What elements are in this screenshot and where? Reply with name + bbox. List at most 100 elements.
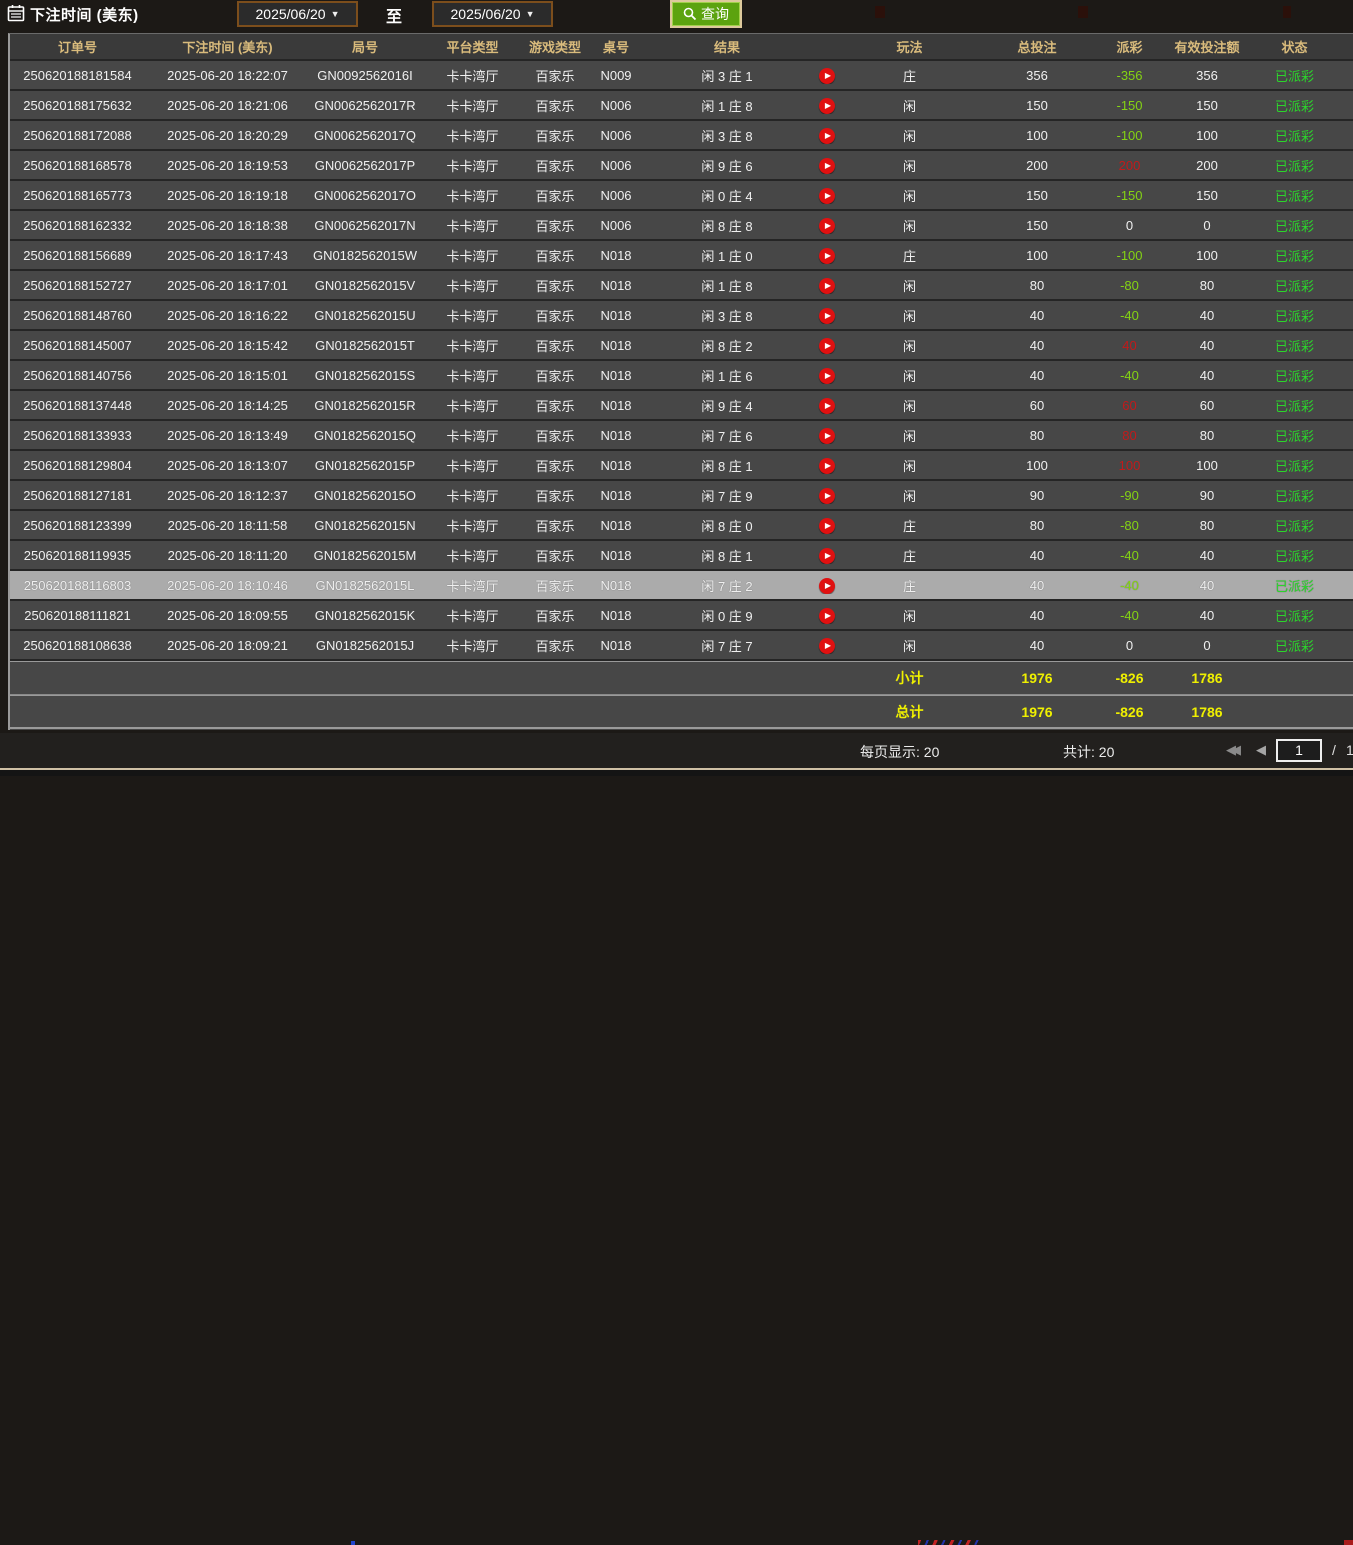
cell-order: 250620188152727	[10, 278, 145, 293]
play-video-icon[interactable]: ▶	[819, 248, 835, 264]
play-video-icon[interactable]: ▶	[819, 638, 835, 654]
table-row[interactable]: 2506201881339332025-06-20 18:13:49GN0182…	[10, 421, 1353, 451]
page-separator: /	[1332, 742, 1336, 758]
cell-result: 闲 8 庄 8	[647, 216, 807, 235]
col-header-bet: 总投注	[972, 37, 1102, 56]
cell-payout: -40	[1102, 578, 1157, 593]
cell-game: GN0182562015O	[310, 488, 420, 503]
toolbar: 下注时间 (美东) 2025/06/20 ▼ 至 2025/06/20 ▼ 查询	[0, 0, 1353, 31]
table-row[interactable]: 2506201881487602025-06-20 18:16:22GN0182…	[10, 301, 1353, 331]
play-video-icon[interactable]: ▶	[819, 518, 835, 534]
cell-play: ▶	[807, 306, 847, 324]
cell-order: 250620188133933	[10, 428, 145, 443]
cell-bet: 60	[972, 398, 1102, 413]
background-ghost	[875, 6, 885, 18]
play-video-icon[interactable]: ▶	[819, 218, 835, 234]
play-video-icon[interactable]: ▶	[819, 158, 835, 174]
cell-platform: 卡卡湾厅	[420, 336, 525, 355]
cell-table_no: N018	[585, 338, 647, 353]
play-video-icon[interactable]: ▶	[819, 578, 835, 594]
table-row[interactable]: 2506201881623322025-06-20 18:18:38GN0062…	[10, 211, 1353, 241]
col-header-game_type: 游戏类型	[525, 37, 585, 56]
cell-valid: 80	[1157, 278, 1257, 293]
cell-valid: 200	[1157, 158, 1257, 173]
date-to-select[interactable]: 2025/06/20 ▼	[432, 1, 553, 27]
play-video-icon[interactable]: ▶	[819, 128, 835, 144]
play-video-icon[interactable]: ▶	[819, 548, 835, 564]
cell-game_type: 百家乐	[525, 306, 585, 325]
cell-play: ▶	[807, 276, 847, 294]
play-video-icon[interactable]: ▶	[819, 608, 835, 624]
cell-platform: 卡卡湾厅	[420, 66, 525, 85]
cell-valid: 100	[1157, 128, 1257, 143]
cell-bet: 40	[972, 548, 1102, 563]
cell-valid: 40	[1157, 308, 1257, 323]
table-row[interactable]: 2506201881720882025-06-20 18:20:29GN0062…	[10, 121, 1353, 151]
cell-result: 闲 7 庄 9	[647, 486, 807, 505]
table-row[interactable]: 2506201881815842025-06-20 18:22:07GN0092…	[10, 61, 1353, 91]
pagination-bar: 每页显示: 20 共计: 20 ◀◀ ◀ 1 / 1	[0, 733, 1353, 768]
cell-table_no: N018	[585, 368, 647, 383]
cell-time: 2025-06-20 18:13:07	[145, 458, 310, 473]
cell-game: GN0182562015R	[310, 398, 420, 413]
play-video-icon[interactable]: ▶	[819, 398, 835, 414]
play-video-icon[interactable]: ▶	[819, 338, 835, 354]
table-row[interactable]: 2506201881527272025-06-20 18:17:01GN0182…	[10, 271, 1353, 301]
play-video-icon[interactable]: ▶	[819, 428, 835, 444]
table-row[interactable]: 2506201881168032025-06-20 18:10:46GN0182…	[10, 571, 1353, 601]
cell-platform: 卡卡湾厅	[420, 546, 525, 565]
col-header-order: 订单号	[10, 37, 145, 56]
play-video-icon[interactable]: ▶	[819, 278, 835, 294]
play-video-icon[interactable]: ▶	[819, 308, 835, 324]
cell-order: 250620188162332	[10, 218, 145, 233]
cell-order: 250620188140756	[10, 368, 145, 383]
cell-game_type: 百家乐	[525, 96, 585, 115]
cell-time: 2025-06-20 18:14:25	[145, 398, 310, 413]
background-fragment	[351, 1541, 355, 1545]
play-video-icon[interactable]: ▶	[819, 68, 835, 84]
cell-bet: 356	[972, 68, 1102, 83]
cell-play: ▶	[807, 126, 847, 144]
play-video-icon[interactable]: ▶	[819, 98, 835, 114]
table-row[interactable]: 2506201881086382025-06-20 18:09:21GN0182…	[10, 631, 1353, 661]
col-header-status: 状态	[1257, 37, 1332, 56]
cell-game_type: 百家乐	[525, 186, 585, 205]
table-row[interactable]: 2506201881450072025-06-20 18:15:42GN0182…	[10, 331, 1353, 361]
play-video-icon[interactable]: ▶	[819, 488, 835, 504]
table-row[interactable]: 2506201881374482025-06-20 18:14:25GN0182…	[10, 391, 1353, 421]
table-row[interactable]: 2506201881199352025-06-20 18:11:20GN0182…	[10, 541, 1353, 571]
cell-play: ▶	[807, 186, 847, 204]
date-from-select[interactable]: 2025/06/20 ▼	[237, 1, 358, 27]
cell-game: GN0062562017O	[310, 188, 420, 203]
cell-bet: 200	[972, 158, 1102, 173]
table-row[interactable]: 2506201881271812025-06-20 18:12:37GN0182…	[10, 481, 1353, 511]
prev-page-button[interactable]: ◀	[1256, 742, 1266, 758]
table-row[interactable]: 2506201881298042025-06-20 18:13:07GN0182…	[10, 451, 1353, 481]
cell-payout: -40	[1102, 548, 1157, 563]
table-row[interactable]: 2506201881118212025-06-20 18:09:55GN0182…	[10, 601, 1353, 631]
cell-result: 闲 9 庄 6	[647, 156, 807, 175]
cell-method: 闲	[847, 216, 972, 235]
total-count-value: 20	[1099, 744, 1115, 760]
play-video-icon[interactable]: ▶	[819, 458, 835, 474]
table-row[interactable]: 2506201881566892025-06-20 18:17:43GN0182…	[10, 241, 1353, 271]
play-video-icon[interactable]: ▶	[819, 188, 835, 204]
play-video-icon[interactable]: ▶	[819, 368, 835, 384]
table-row[interactable]: 2506201881756322025-06-20 18:21:06GN0062…	[10, 91, 1353, 121]
table-row[interactable]: 2506201881407562025-06-20 18:15:01GN0182…	[10, 361, 1353, 391]
cell-status: 已派彩	[1257, 336, 1332, 355]
cell-order: 250620188123399	[10, 518, 145, 533]
cell-play: ▶	[807, 576, 847, 594]
cell-method: 闲	[847, 636, 972, 655]
first-page-button[interactable]: ◀◀	[1226, 742, 1236, 758]
page-number-input[interactable]: 1	[1276, 739, 1322, 762]
table-row[interactable]: 2506201881233992025-06-20 18:11:58GN0182…	[10, 511, 1353, 541]
cell-result: 闲 9 庄 4	[647, 396, 807, 415]
table-row[interactable]: 2506201881685782025-06-20 18:19:53GN0062…	[10, 151, 1353, 181]
date-to-value: 2025/06/20	[451, 6, 521, 22]
cell-table_no: N018	[585, 428, 647, 443]
search-button[interactable]: 查询	[670, 0, 742, 28]
table-header-row: 订单号下注时间 (美东)局号平台类型游戏类型桌号结果玩法总投注派彩有效投注额状态…	[10, 34, 1353, 61]
cell-bet: 100	[972, 248, 1102, 263]
table-row[interactable]: 2506201881657732025-06-20 18:19:18GN0062…	[10, 181, 1353, 211]
